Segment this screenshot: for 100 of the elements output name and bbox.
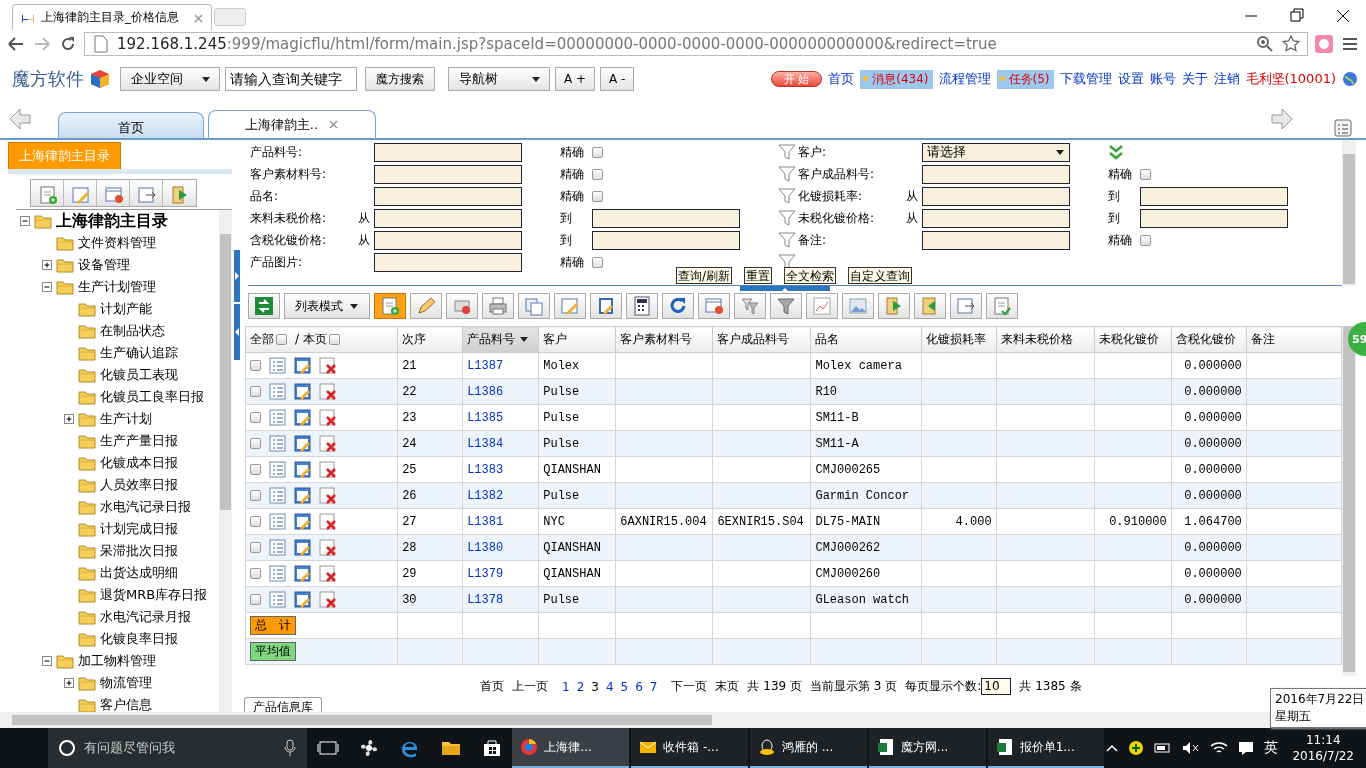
column-header[interactable]: 备注 xyxy=(1246,326,1342,353)
edit-icon[interactable] xyxy=(294,487,311,504)
edit-icon[interactable] xyxy=(294,565,311,582)
edit-icon[interactable] xyxy=(294,513,311,530)
tree-item[interactable]: 计划完成日报 xyxy=(100,520,178,538)
column-header[interactable]: 化镀损耗率 xyxy=(921,326,997,353)
sidebar-tool-button[interactable] xyxy=(31,180,64,206)
pager-link[interactable]: 下一页 xyxy=(671,678,708,695)
input-field[interactable] xyxy=(592,230,740,250)
edit-icon[interactable] xyxy=(294,383,311,400)
column-header[interactable]: 来料未税价格 xyxy=(996,326,1095,353)
page-link[interactable]: 1 xyxy=(562,679,570,694)
tree-item[interactable]: 在制品状态 xyxy=(100,322,165,340)
toolbar-button[interactable] xyxy=(590,293,622,319)
select-all-checkbox[interactable] xyxy=(276,334,287,345)
tree-item[interactable]: 文件资料管理 xyxy=(78,234,156,252)
list-icon[interactable] xyxy=(269,461,286,478)
sidebar-tool-button[interactable] xyxy=(163,180,196,206)
column-header[interactable]: 品名 xyxy=(810,326,922,353)
row-checkbox[interactable] xyxy=(250,542,261,553)
exact-checkbox[interactable] xyxy=(592,147,603,158)
row-checkbox[interactable] xyxy=(250,412,261,423)
grid-menu-icon[interactable] xyxy=(1334,119,1352,137)
page-link[interactable]: 5 xyxy=(620,679,629,694)
delete-icon[interactable] xyxy=(319,461,336,478)
delete-icon[interactable] xyxy=(319,565,336,582)
font-size-button[interactable]: A - xyxy=(600,67,635,91)
column-header[interactable]: 未税化镀价 xyxy=(1094,326,1172,353)
tree-item[interactable]: 生产确认追踪 xyxy=(100,344,178,362)
input-field[interactable] xyxy=(374,252,522,272)
input-field[interactable] xyxy=(374,142,522,162)
tree-item[interactable]: 化镀成本日报 xyxy=(100,454,178,472)
microphone-icon[interactable] xyxy=(283,739,298,757)
collapse-icon[interactable] xyxy=(20,216,30,226)
row-checkbox[interactable] xyxy=(250,568,261,579)
taskbar-app[interactable]: 报价单1... xyxy=(987,728,1105,768)
delete-icon[interactable] xyxy=(319,539,336,556)
list-icon[interactable] xyxy=(269,591,286,608)
exact-checkbox[interactable] xyxy=(592,257,603,268)
font-size-button[interactable]: A + xyxy=(555,67,596,91)
tree-item[interactable]: 设备管理 xyxy=(78,256,130,274)
sidebar-tool-button[interactable] xyxy=(130,180,163,206)
select-field[interactable]: 请选择 xyxy=(922,142,1070,162)
user-link[interactable]: 毛利坚(10001) xyxy=(1245,70,1336,88)
expand-icon[interactable] xyxy=(42,260,52,270)
page-size-field[interactable]: 10 xyxy=(981,678,1012,695)
browser-tab[interactable]: 上海律韵主目录_价格信息 xyxy=(12,4,212,30)
row-checkbox[interactable] xyxy=(250,490,261,501)
wifi-icon[interactable] xyxy=(1210,741,1229,755)
plus-circle-icon[interactable] xyxy=(1128,740,1145,756)
space-dropdown[interactable]: 企业空间 xyxy=(120,67,220,91)
input-field[interactable] xyxy=(1140,208,1288,228)
pager-link[interactable]: 上一页 xyxy=(512,678,548,695)
input-field[interactable] xyxy=(922,230,1070,250)
view-mode-dropdown[interactable]: 列表模式 xyxy=(284,293,370,319)
search-button[interactable]: 魔方搜索 xyxy=(365,67,435,91)
tree-item[interactable]: 呆滞批次日报 xyxy=(100,542,178,560)
tree-item[interactable]: 人员效率日报 xyxy=(100,476,178,494)
header-link[interactable]: 首页 xyxy=(828,70,855,88)
input-field[interactable] xyxy=(374,230,522,250)
page-link[interactable]: 3 xyxy=(591,679,599,694)
header-link[interactable]: 下载管理 xyxy=(1059,70,1112,88)
tree-item[interactable]: 水电汽记录日报 xyxy=(100,498,191,516)
row-checkbox[interactable] xyxy=(250,464,261,475)
header-link[interactable]: 注销 xyxy=(1213,70,1240,88)
exact-checkbox[interactable] xyxy=(592,169,603,180)
input-field[interactable] xyxy=(592,208,740,228)
exact-checkbox[interactable] xyxy=(1140,169,1151,180)
input-field[interactable] xyxy=(922,208,1070,228)
tree-item[interactable]: 退货MRB库存日报 xyxy=(100,586,208,604)
page-link[interactable]: 7 xyxy=(649,679,658,694)
list-icon[interactable] xyxy=(269,487,286,504)
row-checkbox[interactable] xyxy=(250,594,261,605)
pager-link[interactable]: 首页 xyxy=(480,678,504,695)
list-icon[interactable] xyxy=(269,539,286,556)
bottom-tab[interactable]: 产品信息库 xyxy=(244,697,322,713)
select-page-checkbox[interactable] xyxy=(328,334,340,345)
list-icon[interactable] xyxy=(269,383,286,400)
list-icon[interactable] xyxy=(269,565,286,582)
header-link[interactable]: 流程管理 xyxy=(938,70,991,88)
nav-tab[interactable]: 上海律韵主.. xyxy=(208,110,376,138)
row-checkbox[interactable] xyxy=(250,360,261,371)
right-arrow-icon[interactable] xyxy=(1268,107,1294,131)
column-header[interactable]: 次序 xyxy=(397,326,463,353)
input-field[interactable] xyxy=(922,164,1070,184)
tree-item[interactable]: 上海律韵主目录 xyxy=(56,210,168,232)
edit-icon[interactable] xyxy=(294,591,311,608)
column-header[interactable]: 产品料号 xyxy=(462,326,539,353)
collapse-handle[interactable] xyxy=(234,304,240,360)
edit-icon[interactable] xyxy=(294,461,311,478)
nav-tab[interactable]: 首页 xyxy=(58,112,204,138)
delete-icon[interactable] xyxy=(319,513,336,530)
query-button[interactable]: 查询/刷新 xyxy=(676,267,733,284)
toolbar-button[interactable] xyxy=(662,293,694,319)
delete-icon[interactable] xyxy=(319,435,336,452)
list-icon[interactable] xyxy=(269,409,286,426)
notification-icon[interactable] xyxy=(1238,740,1255,756)
tree-item[interactable]: 生产计划 xyxy=(100,410,152,428)
taskbar-search[interactable]: 有问题尽管问我 xyxy=(48,728,308,768)
input-field[interactable] xyxy=(922,186,1070,206)
